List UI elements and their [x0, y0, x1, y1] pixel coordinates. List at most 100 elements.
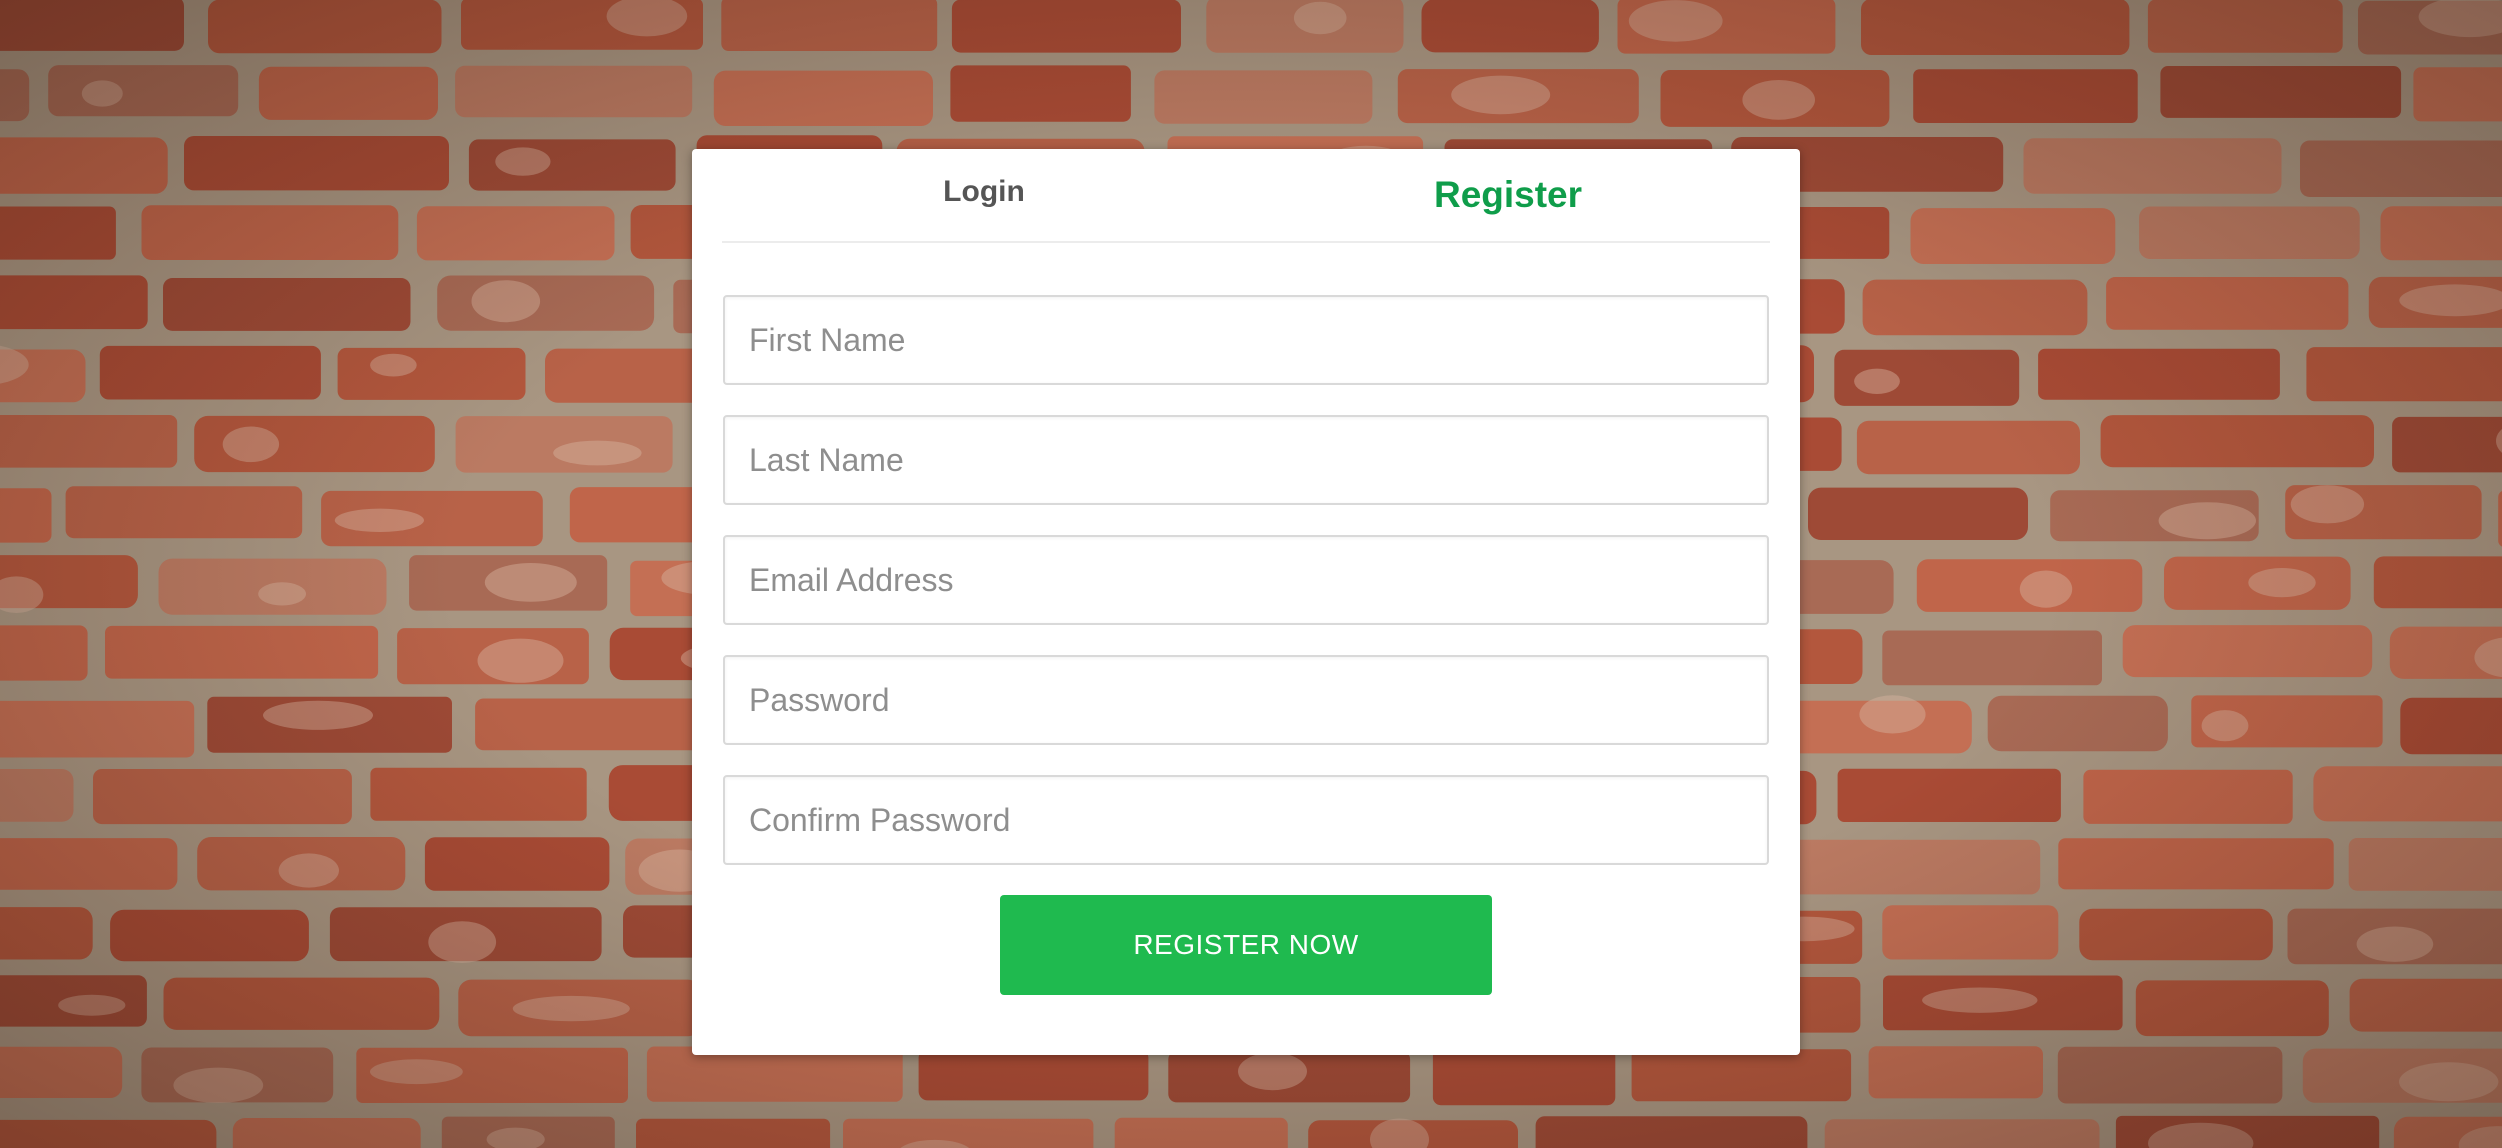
brick [99, 345, 321, 400]
brick-wear [2201, 710, 2249, 742]
brick [2306, 347, 2502, 402]
brick-wear [2019, 570, 2073, 608]
brick [2135, 980, 2329, 1037]
brick-wear [1451, 75, 1551, 115]
brick-wear [370, 1059, 463, 1085]
brick [455, 416, 673, 473]
brick [0, 488, 52, 543]
brick-wear [1859, 695, 1926, 734]
brick [2147, 0, 2343, 53]
password-field[interactable] [723, 655, 1769, 745]
brick-wear [334, 508, 424, 532]
tab-register-label: Register [1433, 174, 1583, 215]
brick-wear [428, 921, 497, 963]
brick-wear [370, 353, 417, 377]
brick [0, 415, 178, 468]
brick [2348, 838, 2502, 891]
brick [951, 0, 1181, 53]
brick [1631, 1049, 1852, 1102]
brick [2373, 556, 2502, 609]
brick-wear [477, 638, 564, 683]
first-name-field[interactable] [723, 295, 1769, 385]
brick [93, 769, 352, 825]
brick-wear [1238, 1052, 1307, 1091]
brick [163, 278, 411, 331]
brick-wear [173, 1067, 264, 1104]
brick [232, 1118, 421, 1148]
brick [110, 909, 309, 962]
brick-wear [58, 994, 126, 1016]
brick [1535, 1116, 1808, 1148]
brick [0, 838, 178, 890]
brick-wear [1854, 368, 1900, 394]
brick-wear [2356, 926, 2434, 962]
brick-wear [1922, 987, 2038, 1013]
brick [0, 137, 168, 194]
brick [950, 65, 1131, 122]
brick [1432, 1048, 1616, 1106]
brick [2300, 140, 2502, 197]
brick [0, 1046, 123, 1098]
brick [1910, 208, 2116, 264]
brick-wear [81, 80, 123, 107]
brick-wear [471, 280, 541, 323]
confirm-password-field[interactable] [723, 775, 1769, 865]
brick-wear [278, 853, 339, 888]
brick [0, 700, 195, 758]
brick-wear [2290, 485, 2365, 524]
brick [918, 1048, 1149, 1101]
brick [843, 1118, 1094, 1148]
brick [1154, 70, 1373, 124]
brick [337, 347, 526, 400]
brick [1780, 839, 2041, 895]
brick [2160, 66, 2402, 118]
brick-wear [1742, 80, 1815, 120]
brick [2400, 697, 2502, 755]
brick-wear [2399, 1062, 2499, 1102]
brick [105, 625, 379, 679]
tab-login[interactable]: Login [722, 149, 1246, 241]
brick [48, 65, 239, 117]
brick [1856, 420, 2080, 475]
brick [163, 977, 440, 1030]
brick [2106, 277, 2349, 330]
brick [2413, 67, 2502, 122]
brick [416, 206, 615, 261]
brick [2058, 838, 2334, 890]
brick [1824, 1119, 2100, 1148]
brick [208, 0, 442, 54]
brick-wear [1628, 0, 1723, 42]
register-card: Login Register REGISTER NOW [692, 149, 1800, 1055]
brick [65, 486, 303, 539]
brick [1862, 279, 2088, 336]
brick [0, 1119, 217, 1148]
tab-login-label: Login [943, 175, 1025, 208]
register-now-button[interactable]: REGISTER NOW [1000, 895, 1492, 995]
brick [2023, 138, 2282, 194]
brick [1808, 487, 2028, 540]
brick [424, 837, 610, 891]
brick [2139, 206, 2360, 259]
brick [2083, 769, 2293, 824]
brick [0, 769, 74, 822]
brick [2392, 416, 2502, 473]
brick [0, 275, 148, 330]
brick [370, 767, 587, 821]
brick-wear [495, 147, 551, 176]
last-name-field[interactable] [723, 415, 1769, 505]
brick-wear [222, 426, 280, 463]
brick [2380, 206, 2502, 261]
brick-wear [263, 700, 373, 730]
tab-register[interactable]: Register [1246, 149, 1770, 241]
brick [636, 1118, 831, 1148]
brick [2498, 491, 2502, 547]
brick-wear [1293, 1, 1347, 35]
brick [0, 0, 184, 51]
email-field[interactable] [723, 535, 1769, 625]
brick [1421, 0, 1599, 53]
brick [455, 65, 693, 118]
brick [1913, 69, 2138, 123]
brick [1868, 1046, 2043, 1099]
brick [1861, 0, 2130, 55]
brick-wear [258, 582, 306, 606]
